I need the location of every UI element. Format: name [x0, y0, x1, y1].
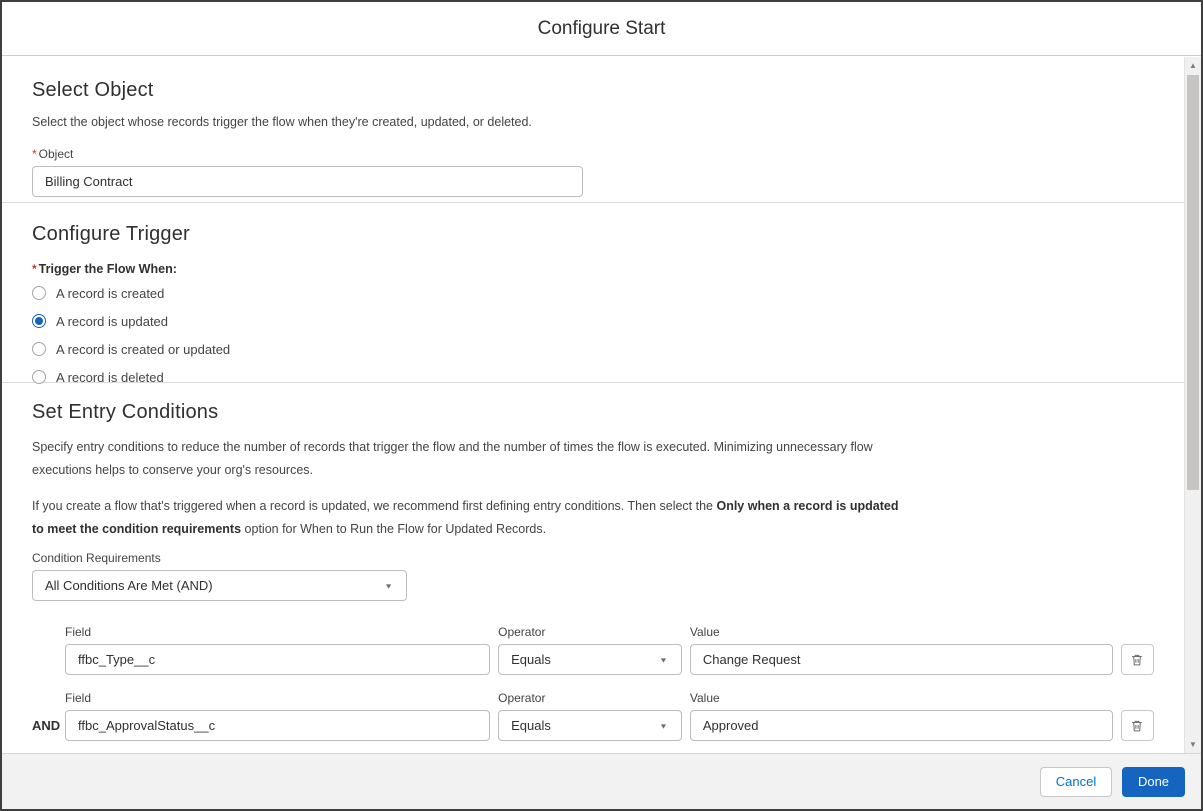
- required-asterisk: *: [32, 262, 37, 276]
- scroll-down-arrow[interactable]: ▼: [1185, 736, 1201, 753]
- entry-conditions-paragraph-1: Specify entry conditions to reduce the n…: [32, 440, 873, 477]
- operator-label: Operator: [498, 691, 546, 705]
- trash-icon: [1132, 720, 1143, 731]
- entry-conditions-paragraph-2: If you create a flow that's triggered wh…: [32, 499, 899, 536]
- select-object-section: Select Object Select the object whose re…: [2, 57, 1184, 203]
- vertical-scrollbar[interactable]: ▲ ▼: [1184, 57, 1201, 753]
- value-label: Value: [689, 625, 720, 639]
- field-label: Field: [65, 625, 92, 639]
- condition-row: Field Operator Equals ▼ Value: [32, 625, 1154, 675]
- trigger-when-label: * Trigger the Flow When:: [32, 262, 177, 276]
- condition-requirements-select[interactable]: All Conditions Are Met (AND) ▼: [32, 570, 407, 601]
- delete-condition-button[interactable]: [1120, 710, 1154, 741]
- condition-field-input[interactable]: [65, 710, 491, 741]
- dialog-content: Select Object Select the object whose re…: [2, 57, 1184, 753]
- object-input[interactable]: [32, 166, 583, 197]
- chevron-down-icon: ▼: [384, 581, 393, 590]
- dialog-header: Configure Start: [2, 2, 1201, 56]
- condition-rows: Field Operator Equals ▼ Value: [32, 625, 1154, 741]
- done-button[interactable]: Done: [1122, 766, 1185, 797]
- condition-value-input[interactable]: [689, 644, 1113, 675]
- radio-button-icon: [32, 314, 46, 328]
- chevron-down-icon: ▼: [658, 721, 668, 730]
- and-label: AND: [32, 718, 61, 733]
- radio-button-icon: [32, 342, 46, 356]
- scroll-up-arrow[interactable]: ▲: [1185, 57, 1201, 74]
- configure-trigger-heading: Configure Trigger: [32, 223, 190, 245]
- radio-option-record-created-or-updated[interactable]: A record is created or updated: [32, 338, 1154, 360]
- value-label: Value: [689, 691, 720, 705]
- operator-select[interactable]: Equals ▼: [498, 710, 682, 741]
- radio-option-record-updated[interactable]: A record is updated: [32, 310, 1154, 332]
- configure-start-dialog: Configure Start Select Object Select the…: [0, 0, 1203, 811]
- condition-requirements-label: Condition Requirements: [32, 551, 161, 565]
- operator-label: Operator: [498, 625, 546, 639]
- condition-row: AND Field Operator Equals ▼ Value: [32, 691, 1154, 741]
- dialog-title: Configure Start: [537, 17, 666, 39]
- chevron-down-icon: ▼: [658, 655, 668, 664]
- entry-conditions-heading: Set Entry Conditions: [32, 401, 219, 423]
- trash-icon: [1132, 654, 1143, 665]
- select-object-description: Select the object whose records trigger …: [32, 115, 532, 129]
- operator-select[interactable]: Equals ▼: [498, 644, 682, 675]
- radio-button-icon: [32, 370, 46, 384]
- cancel-button[interactable]: Cancel: [1040, 766, 1112, 797]
- required-asterisk: *: [32, 147, 37, 161]
- and-spacer: [32, 644, 65, 675]
- entry-conditions-section: Set Entry Conditions Specify entry condi…: [2, 383, 1184, 753]
- select-object-heading: Select Object: [32, 79, 154, 101]
- object-label: * Object: [32, 147, 74, 161]
- radio-button-icon: [32, 286, 46, 300]
- condition-field-input[interactable]: [65, 644, 491, 675]
- configure-trigger-section: Configure Trigger * Trigger the Flow When…: [2, 203, 1184, 385]
- scrollbar-thumb[interactable]: [1187, 75, 1199, 490]
- field-label: Field: [65, 691, 92, 705]
- radio-option-record-created[interactable]: A record is created: [32, 282, 1154, 304]
- condition-value-input[interactable]: [689, 710, 1113, 741]
- dialog-footer: Cancel Done: [2, 753, 1201, 809]
- delete-condition-button[interactable]: [1120, 644, 1154, 675]
